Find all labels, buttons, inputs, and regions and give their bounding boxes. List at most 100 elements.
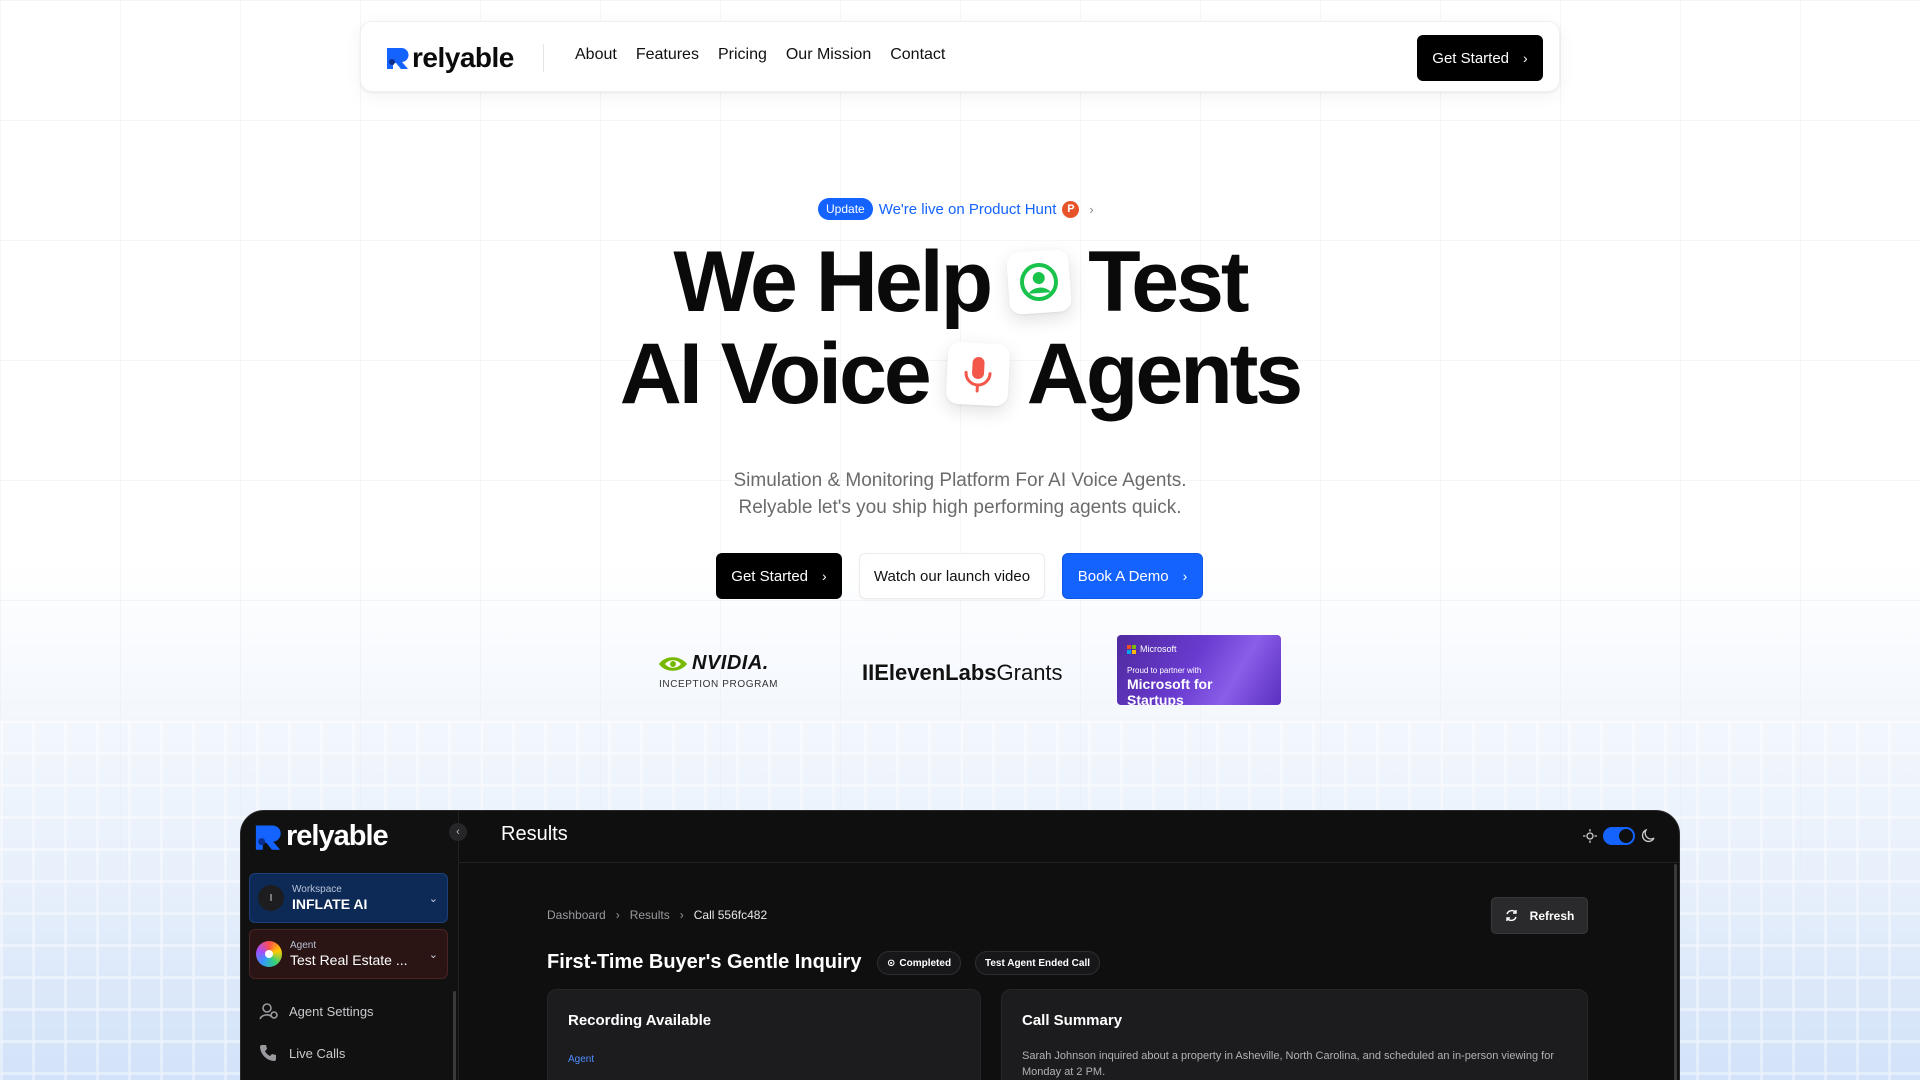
nav-link-pricing[interactable]: Pricing (718, 46, 767, 64)
elevenlabs-grants-logo: IIElevenLabsGrants (862, 660, 1063, 686)
agent-settings-icon (259, 1003, 278, 1020)
hero-line-2: AI Voice Agents (0, 328, 1920, 420)
sidebar-item-agent-settings[interactable]: Agent Settings (259, 1002, 374, 1020)
hero-subtitle-line-1: Simulation & Monitoring Platform For AI … (733, 470, 1187, 491)
hero-text-test: Test (1088, 234, 1249, 330)
hero-line-1: We Help Test (0, 236, 1920, 328)
check-circle-icon: ⊙ (887, 957, 896, 969)
watch-video-label: Watch our launch video (873, 567, 1031, 585)
sidebar-item-label: Agent Settings (289, 1003, 374, 1019)
nvidia-eye-icon (659, 656, 687, 671)
brand-logo[interactable]: relyable (385, 42, 514, 74)
agent-label: Agent (290, 940, 317, 951)
dashboard-logo-text: relyable (286, 820, 389, 852)
product-hunt-icon: P (1062, 200, 1080, 218)
workspace-selector[interactable]: I Workspace INFLATE AI ⌄ (249, 873, 448, 923)
hero-text-ai-voice: AI Voice (619, 326, 932, 422)
sidebar-scrollbar[interactable] (453, 991, 456, 1080)
call-title: First-Time Buyer's Gentle Inquiry (547, 951, 862, 973)
breadcrumb-current: Call 556fc482 (693, 908, 768, 922)
chevron-right-icon: › (1523, 50, 1528, 66)
chevron-right-icon: › (615, 908, 620, 922)
hero-subtitle: Simulation & Monitoring Platform For AI … (0, 467, 1920, 521)
nav-links: About Features Pricing Our Mission Conta… (575, 46, 945, 64)
workspace-label: Workspace (292, 884, 342, 895)
nav-link-about[interactable]: About (575, 46, 617, 64)
logo-text: relyable (412, 42, 514, 73)
nav-get-started-label: Get Started (1432, 49, 1510, 67)
hero-text-agents: Agents (1026, 326, 1303, 422)
watch-video-button[interactable]: Watch our launch video (859, 553, 1045, 599)
breadcrumb: Dashboard › Results › Call 556fc482 (547, 908, 767, 922)
microsoft-subtext: Proud to partner with (1127, 666, 1202, 675)
breadcrumb-results[interactable]: Results (630, 908, 670, 922)
dashboard-topbar (459, 811, 1679, 863)
microphone-icon (945, 341, 1011, 407)
sun-icon (1583, 829, 1597, 843)
update-pill: Update (818, 198, 873, 220)
book-demo-button[interactable]: Book A Demo › (1062, 553, 1203, 599)
relyable-logo-icon (385, 45, 410, 71)
microsoft-main-text: Microsoft for Startups (1127, 676, 1213, 705)
chevron-down-icon: ⌄ (428, 893, 438, 905)
microsoft-startups-badge: Microsoft Proud to partner with Microsof… (1117, 635, 1281, 705)
nav-divider (543, 44, 544, 72)
nav-link-our-mission[interactable]: Our Mission (786, 46, 871, 64)
dashboard-sidebar: relyable I Workspace INFLATE AI ⌄ Agent … (241, 811, 459, 1080)
user-avatar-icon (1006, 248, 1073, 316)
badge-text: We're live on Product Hunt (878, 200, 1057, 218)
main-scrollbar[interactable] (1674, 864, 1677, 1080)
microsoft-logo-icon (1127, 644, 1136, 654)
chevron-right-icon: › (679, 908, 684, 922)
dashboard-page-title: Results (501, 823, 568, 845)
nav-link-contact[interactable]: Contact (890, 46, 945, 64)
hero-title: We Help Test AI Voice Agents (0, 236, 1920, 420)
product-hunt-badge[interactable]: Update We're live on Product Hunt P › (818, 197, 1094, 221)
get-started-button[interactable]: Get Started › (716, 553, 842, 599)
refresh-icon (1505, 909, 1517, 922)
status-badge-ended: Test Agent Ended Call (975, 951, 1101, 975)
sidebar-item-live-calls[interactable]: Live Calls (259, 1044, 345, 1062)
dashboard-preview: relyable I Workspace INFLATE AI ⌄ Agent … (240, 810, 1680, 1080)
nav-get-started-button[interactable]: Get Started › (1417, 35, 1543, 81)
elevenlabs-prefix: II (862, 660, 875, 685)
sidebar-item-label: Live Calls (289, 1045, 346, 1061)
summary-title: Call Summary (1022, 1012, 1123, 1029)
recording-agent-label: Agent (568, 1054, 595, 1065)
elevenlabs-grants: Grants (996, 660, 1063, 685)
hero-text-we-help: We Help (673, 234, 993, 330)
recording-title: Recording Available (568, 1012, 712, 1029)
refresh-button[interactable]: Refresh (1491, 897, 1588, 934)
refresh-label: Refresh (1529, 908, 1575, 923)
workspace-value: INFLATE AI (292, 896, 368, 912)
phone-icon (260, 1045, 276, 1061)
relyable-logo-icon (255, 824, 281, 850)
recording-card: Recording Available Agent (547, 989, 981, 1080)
nvidia-inception-logo: NVIDIA. INCEPTION PROGRAM (658, 652, 778, 690)
chevron-down-icon: ⌄ (428, 949, 438, 961)
book-demo-label: Book A Demo (1077, 567, 1169, 585)
microsoft-brand: Microsoft (1140, 644, 1177, 654)
call-summary-card: Call Summary Sarah Johnson inquired abou… (1001, 989, 1588, 1080)
nvidia-name: NVIDIA. (692, 652, 769, 674)
collapse-sidebar-button[interactable]: ‹ (449, 823, 467, 841)
moon-icon (1642, 829, 1655, 842)
hero-subtitle-line-2: Relyable let's you ship high performing … (738, 497, 1182, 518)
summary-text: Sarah Johnson inquired about a property … (1022, 1050, 1554, 1078)
get-started-label: Get Started (731, 567, 809, 585)
status-ended-label: Test Agent Ended Call (985, 957, 1091, 969)
nav-link-features[interactable]: Features (636, 46, 699, 64)
chevron-right-icon: › (822, 568, 827, 584)
agent-avatar (256, 941, 282, 967)
hero-cta-row: Get Started › Watch our launch video Boo… (716, 553, 1203, 599)
agent-selector[interactable]: Agent Test Real Estate ... ⌄ (249, 929, 448, 979)
status-completed-label: Completed (899, 957, 952, 969)
nvidia-program: INCEPTION PROGRAM (659, 679, 779, 690)
breadcrumb-dashboard[interactable]: Dashboard (547, 908, 606, 922)
dashboard-logo[interactable]: relyable (253, 820, 389, 853)
status-badge-completed: ⊙ Completed (877, 951, 962, 975)
dark-mode-switch[interactable] (1603, 827, 1635, 845)
theme-toggle[interactable] (1583, 827, 1655, 845)
chevron-right-icon: › (1089, 201, 1094, 217)
elevenlabs-name: ElevenLabs (874, 660, 997, 685)
